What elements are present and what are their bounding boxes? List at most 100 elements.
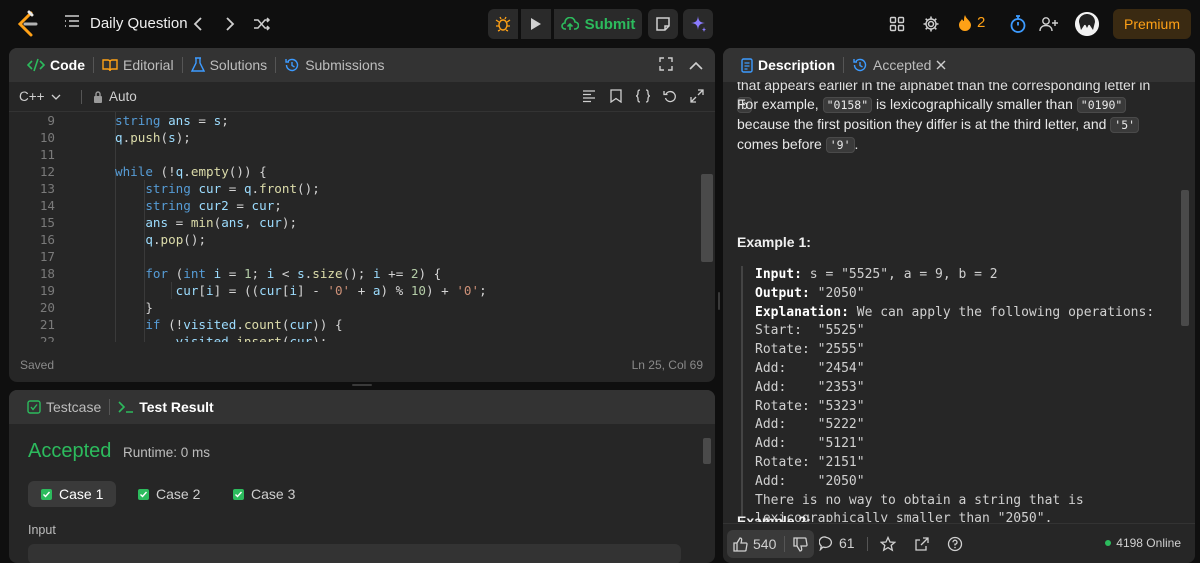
editor-scrollbar[interactable] xyxy=(701,174,713,262)
code-text: ans = min(ans, cur); xyxy=(145,215,298,230)
code-panel: Code Editorial Solutions Submissions C++ xyxy=(9,48,715,382)
line-number: 12 xyxy=(39,164,55,179)
reset-code-button[interactable] xyxy=(662,88,678,104)
online-count-text: 4198 Online xyxy=(1116,536,1181,550)
cursor-position: Ln 25, Col 69 xyxy=(631,358,703,372)
run-button[interactable] xyxy=(521,9,551,39)
case-1-tab[interactable]: Case 1 xyxy=(28,481,117,507)
online-count: 4198 Online xyxy=(1105,536,1181,550)
line-number: 19 xyxy=(39,283,55,298)
leetcode-logo-icon[interactable] xyxy=(14,10,40,38)
example-line-value: s = "5525", a = 9, b = 2 xyxy=(801,267,998,282)
example-line-value: We can apply the following operations: xyxy=(848,304,1155,320)
expand-diagonal-icon xyxy=(690,89,704,103)
tab-testcase[interactable]: Testcase xyxy=(19,390,109,424)
maximize-editor-button[interactable] xyxy=(689,88,705,104)
ai-assist-button[interactable] xyxy=(683,9,713,39)
code-text: string cur2 = cur; xyxy=(145,198,282,213)
daily-question-link[interactable]: Daily Question xyxy=(64,14,188,32)
document-icon xyxy=(741,57,753,73)
layout-button[interactable] xyxy=(885,12,909,36)
collapse-panel-button[interactable] xyxy=(689,58,703,74)
input-value-box xyxy=(28,544,681,563)
premium-button[interactable]: Premium xyxy=(1113,9,1191,39)
example-line: Add: "2454" xyxy=(755,360,1171,379)
example-line: Add: "5222" xyxy=(755,416,1171,435)
close-icon[interactable] xyxy=(936,60,946,70)
chevron-down-icon xyxy=(51,94,60,100)
case-3-tab[interactable]: Case 3 xyxy=(220,481,308,507)
top-bar: Daily Question Submit 2 Premium xyxy=(0,0,1200,48)
tab-code[interactable]: Code xyxy=(19,48,93,82)
tab-accepted[interactable]: Accepted xyxy=(844,48,954,82)
help-button[interactable] xyxy=(947,536,963,555)
tab-editorial-label: Editorial xyxy=(123,57,174,73)
favorite-button[interactable] xyxy=(879,535,897,555)
tab-description-label: Description xyxy=(758,57,836,73)
debug-button[interactable] xyxy=(488,9,518,39)
tab-description[interactable]: Description xyxy=(733,48,843,82)
tab-test-result[interactable]: Test Result xyxy=(110,390,221,424)
settings-button[interactable] xyxy=(919,12,943,36)
example-line: Add: "2050" xyxy=(755,473,1171,492)
history-icon xyxy=(285,58,299,72)
share-button[interactable] xyxy=(914,536,930,555)
tab-editorial[interactable]: Editorial xyxy=(94,48,182,82)
add-friend-button[interactable] xyxy=(1037,12,1061,36)
footer-divider xyxy=(784,536,786,552)
like-button[interactable]: 540 xyxy=(733,536,776,552)
example-line-value: Add: "5121" xyxy=(755,436,865,452)
description-footer: 540 61 4198 Online xyxy=(723,523,1195,563)
editor-tools xyxy=(581,88,705,104)
star-icon xyxy=(879,535,897,552)
horizontal-resize-handle[interactable] xyxy=(352,384,372,386)
description-text: is lexicographically smaller than xyxy=(876,96,1073,112)
flame-icon xyxy=(959,15,971,31)
submit-button[interactable]: Submit xyxy=(554,9,642,39)
comments-button[interactable]: 61 xyxy=(819,535,855,551)
vertical-resize-handle[interactable] xyxy=(718,292,720,310)
list-icon xyxy=(64,14,80,32)
next-question-button[interactable] xyxy=(218,12,242,36)
code-text: q.push(s); xyxy=(115,130,191,145)
line-number: 15 xyxy=(39,215,55,230)
code-text: if (!visited.count(cur)) { xyxy=(145,317,343,332)
auto-mode-toggle[interactable]: Auto xyxy=(93,89,137,104)
submit-label: Submit xyxy=(584,15,636,33)
timer-button[interactable] xyxy=(1006,12,1030,36)
desc-tab-bar: Description Accepted xyxy=(723,48,1195,82)
tab-submissions[interactable]: Submissions xyxy=(276,48,392,82)
prev-question-button[interactable] xyxy=(186,12,210,36)
line-number: 20 xyxy=(39,300,55,315)
tab-solutions[interactable]: Solutions xyxy=(183,48,276,82)
braces-button[interactable] xyxy=(635,88,651,104)
inline-code: "0190" xyxy=(1076,97,1127,113)
notes-button[interactable] xyxy=(648,9,678,39)
run-submit-group: Submit xyxy=(488,9,642,39)
code-editor[interactable]: 9 string ans = s; 10 q.push(s); 11 12 while… xyxy=(9,112,715,342)
description-scrollbar[interactable] xyxy=(1181,190,1189,326)
like-count: 540 xyxy=(753,536,777,552)
user-avatar[interactable] xyxy=(1075,12,1099,36)
example-line: Add: "5121" xyxy=(755,435,1171,454)
check-icon xyxy=(233,488,244,500)
streak-counter[interactable]: 2 xyxy=(958,14,985,31)
tab-accepted-label: Accepted xyxy=(873,57,932,73)
language-select[interactable]: C++ xyxy=(19,89,61,104)
random-question-button[interactable] xyxy=(250,12,274,36)
next-example-title: Example 2: xyxy=(737,513,811,522)
test-tab-bar: Testcase Test Result xyxy=(9,390,715,424)
example-line: Output: "2050" xyxy=(755,285,1171,304)
line-number: 10 xyxy=(39,130,55,145)
code-icon xyxy=(27,58,45,72)
tab-solutions-label: Solutions xyxy=(209,57,268,73)
bookmark-button[interactable] xyxy=(608,88,624,104)
case-2-tab[interactable]: Case 2 xyxy=(125,481,213,507)
dislike-button[interactable] xyxy=(793,536,809,552)
fullscreen-button[interactable] xyxy=(659,57,673,74)
chevron-left-icon xyxy=(193,17,202,31)
example-line-value: Add: "5222" xyxy=(755,417,865,433)
format-button[interactable] xyxy=(581,88,597,104)
line-number: 18 xyxy=(39,266,55,281)
result-scrollbar[interactable] xyxy=(703,438,711,464)
